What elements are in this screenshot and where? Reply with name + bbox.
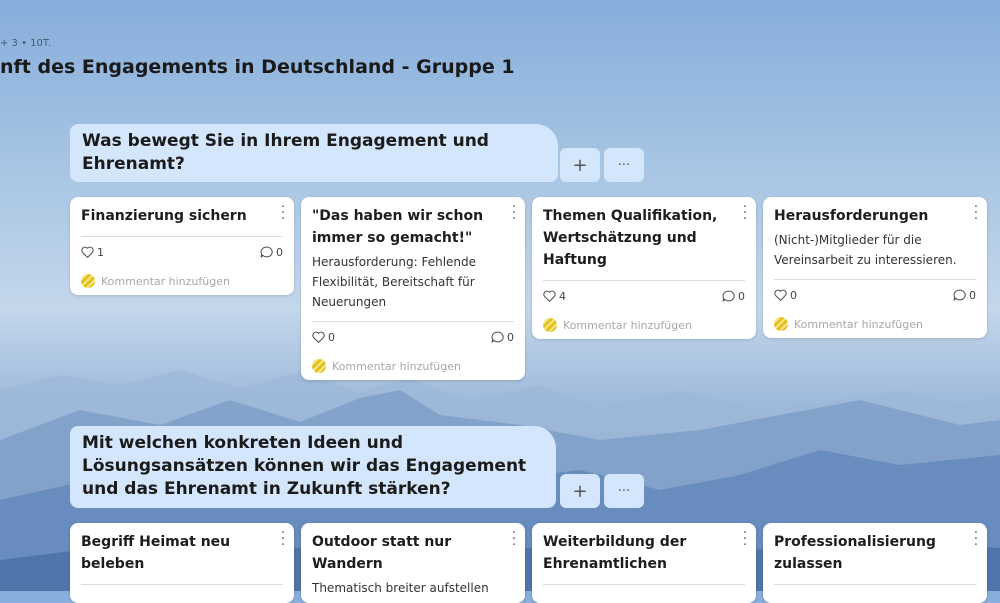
- card-stats: 0 0: [774, 280, 976, 310]
- comment-icon: [491, 331, 504, 343]
- card-title: Weiterbildung der Ehrenamtlichen: [543, 534, 687, 572]
- divider: [543, 584, 745, 585]
- more-vertical-icon[interactable]: · · ·: [974, 201, 978, 226]
- comment-count-button[interactable]: 0: [722, 290, 745, 303]
- board-meta: + 3 • 10T.: [0, 38, 52, 49]
- more-vertical-icon[interactable]: · · ·: [743, 527, 747, 552]
- add-comment-row[interactable]: Kommentar hinzufügen: [543, 311, 745, 339]
- post-card[interactable]: · · · Outdoor statt nur Wandern Thematisch…: [301, 523, 525, 603]
- avatar: [312, 359, 326, 373]
- add-post-button[interactable]: +: [560, 148, 600, 182]
- card-body: Herausforderung: Fehlende Flexibilität, …: [312, 255, 477, 309]
- like-count: 1: [97, 245, 104, 259]
- heart-icon: [312, 331, 325, 343]
- more-vertical-icon[interactable]: · · ·: [281, 201, 285, 226]
- heart-icon: [81, 246, 94, 258]
- page-title: nft des Engagements in Deutschland - Gru…: [0, 56, 515, 78]
- more-vertical-icon[interactable]: · · ·: [974, 527, 978, 552]
- section-heading-1[interactable]: Was bewegt Sie in Ihrem Engagement und E…: [70, 124, 558, 182]
- comment-count: 0: [276, 245, 283, 259]
- comment-count-button[interactable]: 0: [260, 246, 283, 259]
- like-count: 0: [790, 288, 797, 302]
- post-card[interactable]: · · · Themen Qualifikation, Wertschätzung …: [532, 197, 756, 339]
- like-count: 4: [559, 289, 566, 303]
- card-stats: 4 0: [543, 281, 745, 311]
- add-comment-row[interactable]: Kommentar hinzufügen: [81, 267, 283, 295]
- add-comment-row[interactable]: Kommentar hinzufügen: [774, 310, 976, 338]
- post-card[interactable]: · · · "Das haben wir schon immer so gemach…: [301, 197, 525, 380]
- add-comment-placeholder: Kommentar hinzufügen: [563, 318, 692, 332]
- heart-icon: [543, 290, 556, 302]
- comment-count: 0: [738, 289, 745, 303]
- more-vertical-icon[interactable]: · · ·: [512, 527, 516, 552]
- more-vertical-icon[interactable]: · · ·: [743, 201, 747, 226]
- post-card[interactable]: · · · Weiterbildung der Ehrenamtlichen: [532, 523, 756, 603]
- post-card[interactable]: · · · Herausforderungen (Nicht-)Mitglieder…: [763, 197, 987, 338]
- post-card[interactable]: · · · Begriff Heimat neu beleben: [70, 523, 294, 603]
- divider: [81, 584, 283, 585]
- comment-count-button[interactable]: 0: [953, 289, 976, 302]
- add-comment-row[interactable]: Kommentar hinzufügen: [312, 352, 514, 380]
- section-heading-2[interactable]: Mit welchen konkreten Ideen und Lösungsa…: [70, 426, 556, 508]
- comment-icon: [260, 246, 273, 258]
- add-comment-placeholder: Kommentar hinzufügen: [794, 317, 923, 331]
- comment-icon: [953, 289, 966, 301]
- card-title: Outdoor statt nur Wandern: [312, 534, 452, 572]
- card-title: Finanzierung sichern: [81, 208, 247, 224]
- section-menu-button[interactable]: ···: [604, 474, 644, 508]
- comment-count-button[interactable]: 0: [491, 331, 514, 344]
- add-comment-placeholder: Kommentar hinzufügen: [332, 359, 461, 373]
- heart-icon: [774, 289, 787, 301]
- like-button[interactable]: 0: [774, 289, 797, 302]
- add-post-button[interactable]: +: [560, 474, 600, 508]
- card-body: (Nicht-)Mitglieder für die Vereinsarbeit…: [774, 233, 957, 267]
- section-menu-button[interactable]: ···: [604, 148, 644, 182]
- comment-icon: [722, 290, 735, 302]
- like-button[interactable]: 1: [81, 246, 104, 259]
- card-title: Professionalisierung zulassen: [774, 534, 936, 572]
- like-button[interactable]: 4: [543, 290, 566, 303]
- more-vertical-icon[interactable]: · · ·: [281, 527, 285, 552]
- card-stats: 0 0: [312, 322, 514, 352]
- avatar: [774, 317, 788, 331]
- card-title: Themen Qualifikation, Wertschätzung und …: [543, 208, 718, 268]
- comment-count: 0: [969, 288, 976, 302]
- card-stats: 1 0: [81, 237, 283, 267]
- like-button[interactable]: 0: [312, 331, 335, 344]
- more-vertical-icon[interactable]: · · ·: [512, 201, 516, 226]
- card-title: Begriff Heimat neu beleben: [81, 534, 231, 572]
- comment-count: 0: [507, 330, 514, 344]
- card-title: "Das haben wir schon immer so gemacht!": [312, 208, 484, 246]
- card-title: Herausforderungen: [774, 208, 929, 224]
- divider: [774, 584, 976, 585]
- avatar: [543, 318, 557, 332]
- post-card[interactable]: · · · Professionalisierung zulassen: [763, 523, 987, 603]
- card-body: Thematisch breiter aufstellen: [312, 581, 489, 595]
- like-count: 0: [328, 330, 335, 344]
- add-comment-placeholder: Kommentar hinzufügen: [101, 274, 230, 288]
- post-card[interactable]: · · · Finanzierung sichern 1 0 Kommentar h…: [70, 197, 294, 295]
- avatar: [81, 274, 95, 288]
